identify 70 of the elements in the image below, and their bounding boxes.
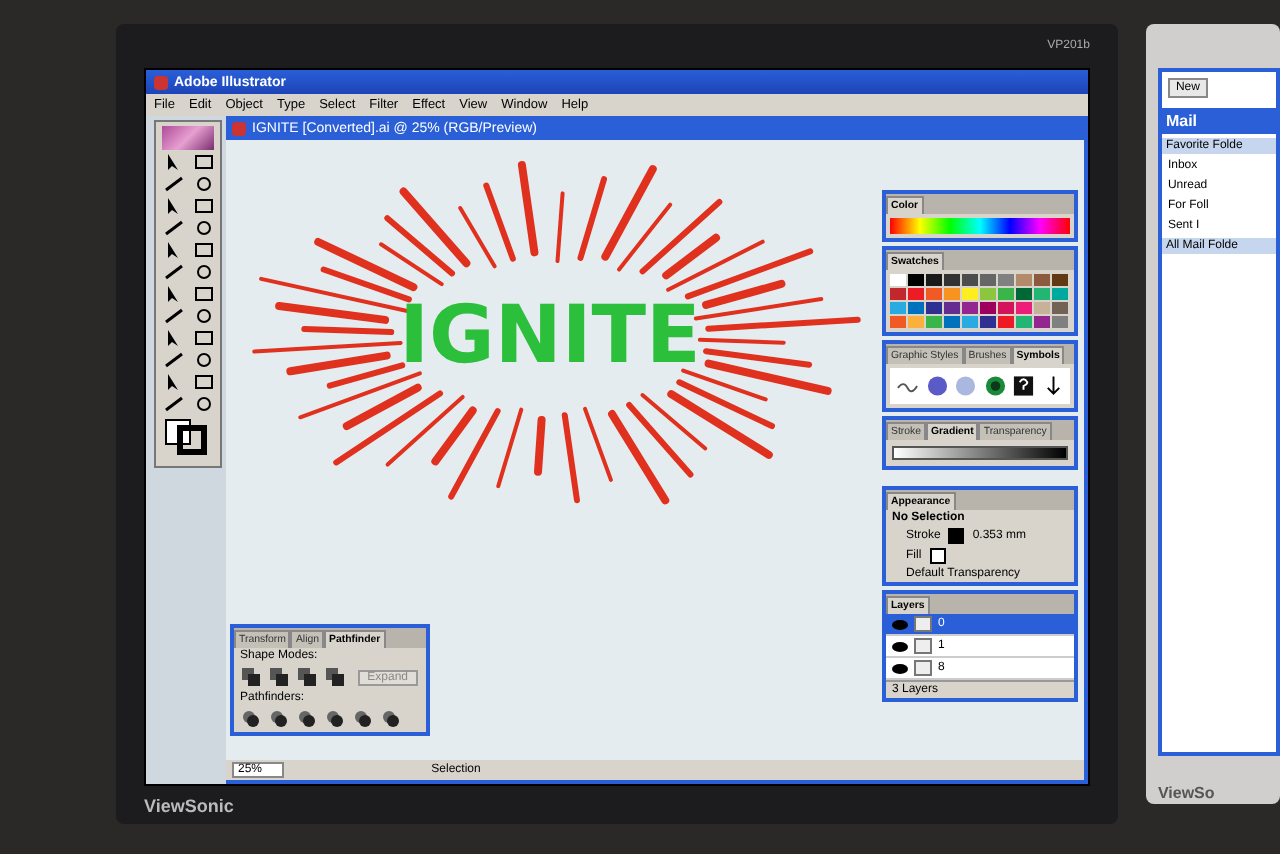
swatch[interactable] — [962, 274, 978, 286]
brand-label: ViewSonic — [144, 795, 234, 815]
tool-icon[interactable] — [191, 218, 215, 238]
tool-icon[interactable] — [191, 394, 215, 414]
swatch[interactable] — [890, 302, 906, 314]
swatch[interactable] — [890, 274, 906, 286]
tool-icon[interactable] — [191, 196, 215, 216]
swatch[interactable] — [1034, 316, 1050, 328]
swatch[interactable] — [1052, 302, 1068, 314]
swatch[interactable] — [980, 288, 996, 300]
swatch[interactable] — [962, 302, 978, 314]
tool-icon[interactable] — [161, 394, 185, 414]
swatch[interactable] — [926, 302, 942, 314]
swatch[interactable] — [1016, 316, 1032, 328]
tool-icon[interactable] — [191, 262, 215, 282]
swatch[interactable] — [944, 302, 960, 314]
swatch[interactable] — [980, 274, 996, 286]
swatch[interactable] — [926, 288, 942, 300]
swatch[interactable] — [1016, 302, 1032, 314]
swatch[interactable] — [908, 316, 924, 328]
swatch[interactable] — [1034, 274, 1050, 286]
swatch[interactable] — [1016, 274, 1032, 286]
swatch[interactable] — [890, 288, 906, 300]
tool-icon[interactable] — [191, 152, 215, 172]
arrow-icon[interactable] — [1041, 374, 1064, 398]
swatch[interactable] — [908, 274, 924, 286]
tool-icon[interactable] — [161, 174, 185, 194]
brand-label: ViewSo — [1157, 784, 1217, 802]
stroke-swatch[interactable] — [948, 528, 965, 544]
swatch[interactable] — [998, 302, 1014, 314]
swatch[interactable] — [1016, 288, 1032, 300]
swatch[interactable] — [998, 316, 1014, 328]
color-spectrum[interactable] — [890, 218, 1070, 234]
swatch[interactable] — [1034, 288, 1050, 300]
swatch[interactable] — [944, 288, 960, 300]
swatch[interactable] — [962, 288, 978, 300]
swatch[interactable] — [926, 274, 942, 286]
tool-icon[interactable] — [161, 262, 185, 282]
fill-swatch[interactable] — [929, 548, 946, 564]
tool-icon[interactable] — [191, 350, 215, 370]
swatch[interactable] — [944, 274, 960, 286]
tool-icon[interactable] — [191, 284, 215, 304]
tool-icon[interactable] — [161, 218, 185, 238]
tool-icon[interactable] — [191, 306, 215, 326]
swatch[interactable] — [998, 288, 1014, 300]
swatch[interactable] — [890, 316, 906, 328]
tool-icon[interactable] — [191, 174, 215, 194]
tool-icon[interactable] — [191, 328, 215, 348]
artwork-text: IGNITE — [399, 290, 701, 382]
tool-icon[interactable] — [191, 240, 215, 260]
swatch[interactable] — [1052, 274, 1068, 286]
swatch[interactable] — [1052, 288, 1068, 300]
swatch[interactable] — [908, 288, 924, 300]
tool-icon[interactable] — [191, 372, 215, 392]
sphere-icon[interactable] — [925, 374, 948, 398]
pane-title: Mail — [1161, 108, 1276, 134]
swatch[interactable] — [908, 302, 924, 314]
swatch[interactable] — [980, 316, 996, 328]
question-icon[interactable] — [1012, 374, 1035, 398]
tool-icon[interactable] — [161, 350, 185, 370]
swatch[interactable] — [1034, 302, 1050, 314]
tool-icon[interactable] — [161, 306, 185, 326]
swatch[interactable] — [962, 316, 978, 328]
swatch[interactable] — [1052, 316, 1068, 328]
swatch[interactable] — [998, 274, 1014, 286]
gradient-bar[interactable] — [892, 446, 1068, 460]
swatch[interactable] — [944, 316, 960, 328]
ring-icon[interactable] — [983, 374, 1006, 398]
swatch[interactable] — [980, 302, 996, 314]
swatch[interactable] — [926, 316, 942, 328]
